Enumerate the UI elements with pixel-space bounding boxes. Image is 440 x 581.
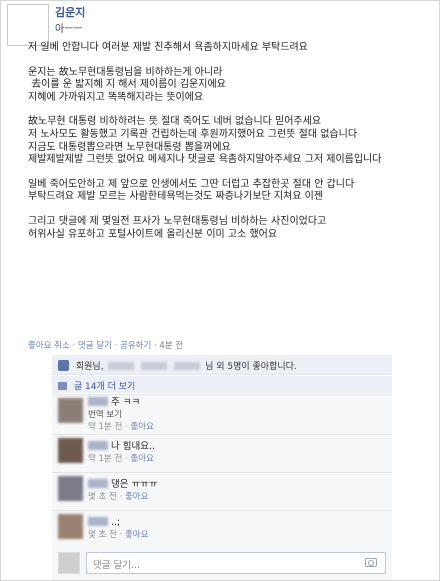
likes-bar: 회원님, 님 외 5명이 좋아합니다. [52, 355, 392, 375]
post-paragraph-1: 저 일베 안합니다 여러분 제발 친추해서 욕좀하지마세요 부탁드려요 [28, 42, 308, 53]
blurred-name [174, 362, 201, 370]
post-paragraph-3: 故노무현 대통령 비하하려는 뜻 절대 죽어도 네버 없습니다 믿어주세요 저 … [28, 116, 382, 166]
commenter-name[interactable] [88, 517, 108, 526]
post-body: 저 일베 안합니다 여러분 제발 친추해서 욕좀하지마세요 부탁드려요 운지는 … [28, 42, 432, 241]
comment-like-link[interactable]: 좋아요 [125, 530, 148, 540]
translate-link[interactable]: 번역 보기 [88, 410, 122, 420]
post-time: 4분 전 [159, 341, 184, 351]
comment-text: 댕은 ㅠㅠㅠ [111, 479, 158, 490]
likes-prefix: 회원님, [75, 362, 104, 372]
post-paragraph-4: 일베 죽어도안하고 제 앞으로 인생에서도 그딴 더럽고 추잡한곳 절대 안 갑… [28, 178, 355, 203]
comment-time: 몇 초 전 [88, 530, 117, 540]
post-actions: 좋아요 취소 · 댓글 달기 · 공유하기 · 4분 전 [28, 341, 184, 351]
author-name[interactable]: 김운지 [55, 4, 85, 20]
blurred-name [141, 362, 168, 370]
comment-time: 약 1분 전 [88, 422, 123, 432]
comment-bubble-icon [58, 382, 67, 390]
comment-like-link[interactable]: 좋아요 [125, 492, 148, 502]
comments-list: 주 ㅋㅋ 번역 보기 약 1분 전 · 좋아요 나 힘내요.. 약 1분 전 ·… [52, 394, 392, 580]
comment-item: 주 ㅋㅋ 번역 보기 약 1분 전 · 좋아요 [52, 394, 392, 434]
thumbs-up-icon [58, 360, 69, 371]
comment-item: 댕은 ㅠㅠㅠ 몇 초 전 · 좋아요 [52, 472, 392, 510]
comment-link[interactable]: 댓글 달기 [78, 341, 112, 351]
comment-input-placeholder: 댓글 달기... [93, 560, 141, 571]
post-paragraph-5: 그리고 댓글에 제 몇일전 프사가 노무현대통령님 비하하는 사진이었다고 허위… [28, 215, 327, 240]
blurred-name [108, 362, 135, 370]
comment-text: ..; [111, 517, 121, 528]
reply-box: 댓글 달기... [58, 552, 386, 574]
comment-input[interactable]: 댓글 달기... [86, 552, 386, 574]
commenter-name[interactable] [88, 479, 108, 488]
camera-icon[interactable] [365, 558, 377, 567]
commenter-avatar[interactable] [58, 514, 83, 539]
unlike-link[interactable]: 좋아요 취소 [28, 341, 70, 351]
comment-like-link[interactable]: 좋아요 [130, 454, 153, 464]
current-user-avatar [58, 552, 80, 574]
view-more-comments[interactable]: 글 14개 더 보기 [52, 376, 392, 393]
commenter-name[interactable] [88, 441, 108, 450]
commenter-name[interactable] [88, 397, 108, 406]
commenter-avatar[interactable] [58, 476, 83, 501]
post-subline: 아ㅡㅡ [55, 24, 83, 35]
commenter-avatar[interactable] [58, 438, 83, 463]
post-paragraph-2: 운지는 故노무현대통령님을 비하하는게 아니라 去이를 운 밟지혜 지 해서 제… [28, 66, 226, 103]
comment-text: 주 ㅋㅋ [111, 397, 141, 408]
comment-time: 약 1분 전 [88, 454, 123, 464]
author-avatar[interactable] [7, 4, 49, 46]
comment-item: ..; 몇 초 전 · 좋아요 [52, 510, 392, 550]
comment-time: 몇 초 전 [88, 492, 117, 502]
commenter-avatar[interactable] [58, 398, 83, 423]
comment-text: 나 힘내요.. [111, 441, 156, 452]
comment-like-link[interactable]: 좋아요 [130, 422, 153, 432]
view-more-label: 글 14개 더 보기 [73, 382, 136, 392]
comment-item: 나 힘내요.. 약 1분 전 · 좋아요 [52, 434, 392, 472]
share-link[interactable]: 공유하기 [120, 341, 151, 351]
likes-suffix[interactable]: 님 외 5명이 좋아합니다. [205, 362, 297, 372]
